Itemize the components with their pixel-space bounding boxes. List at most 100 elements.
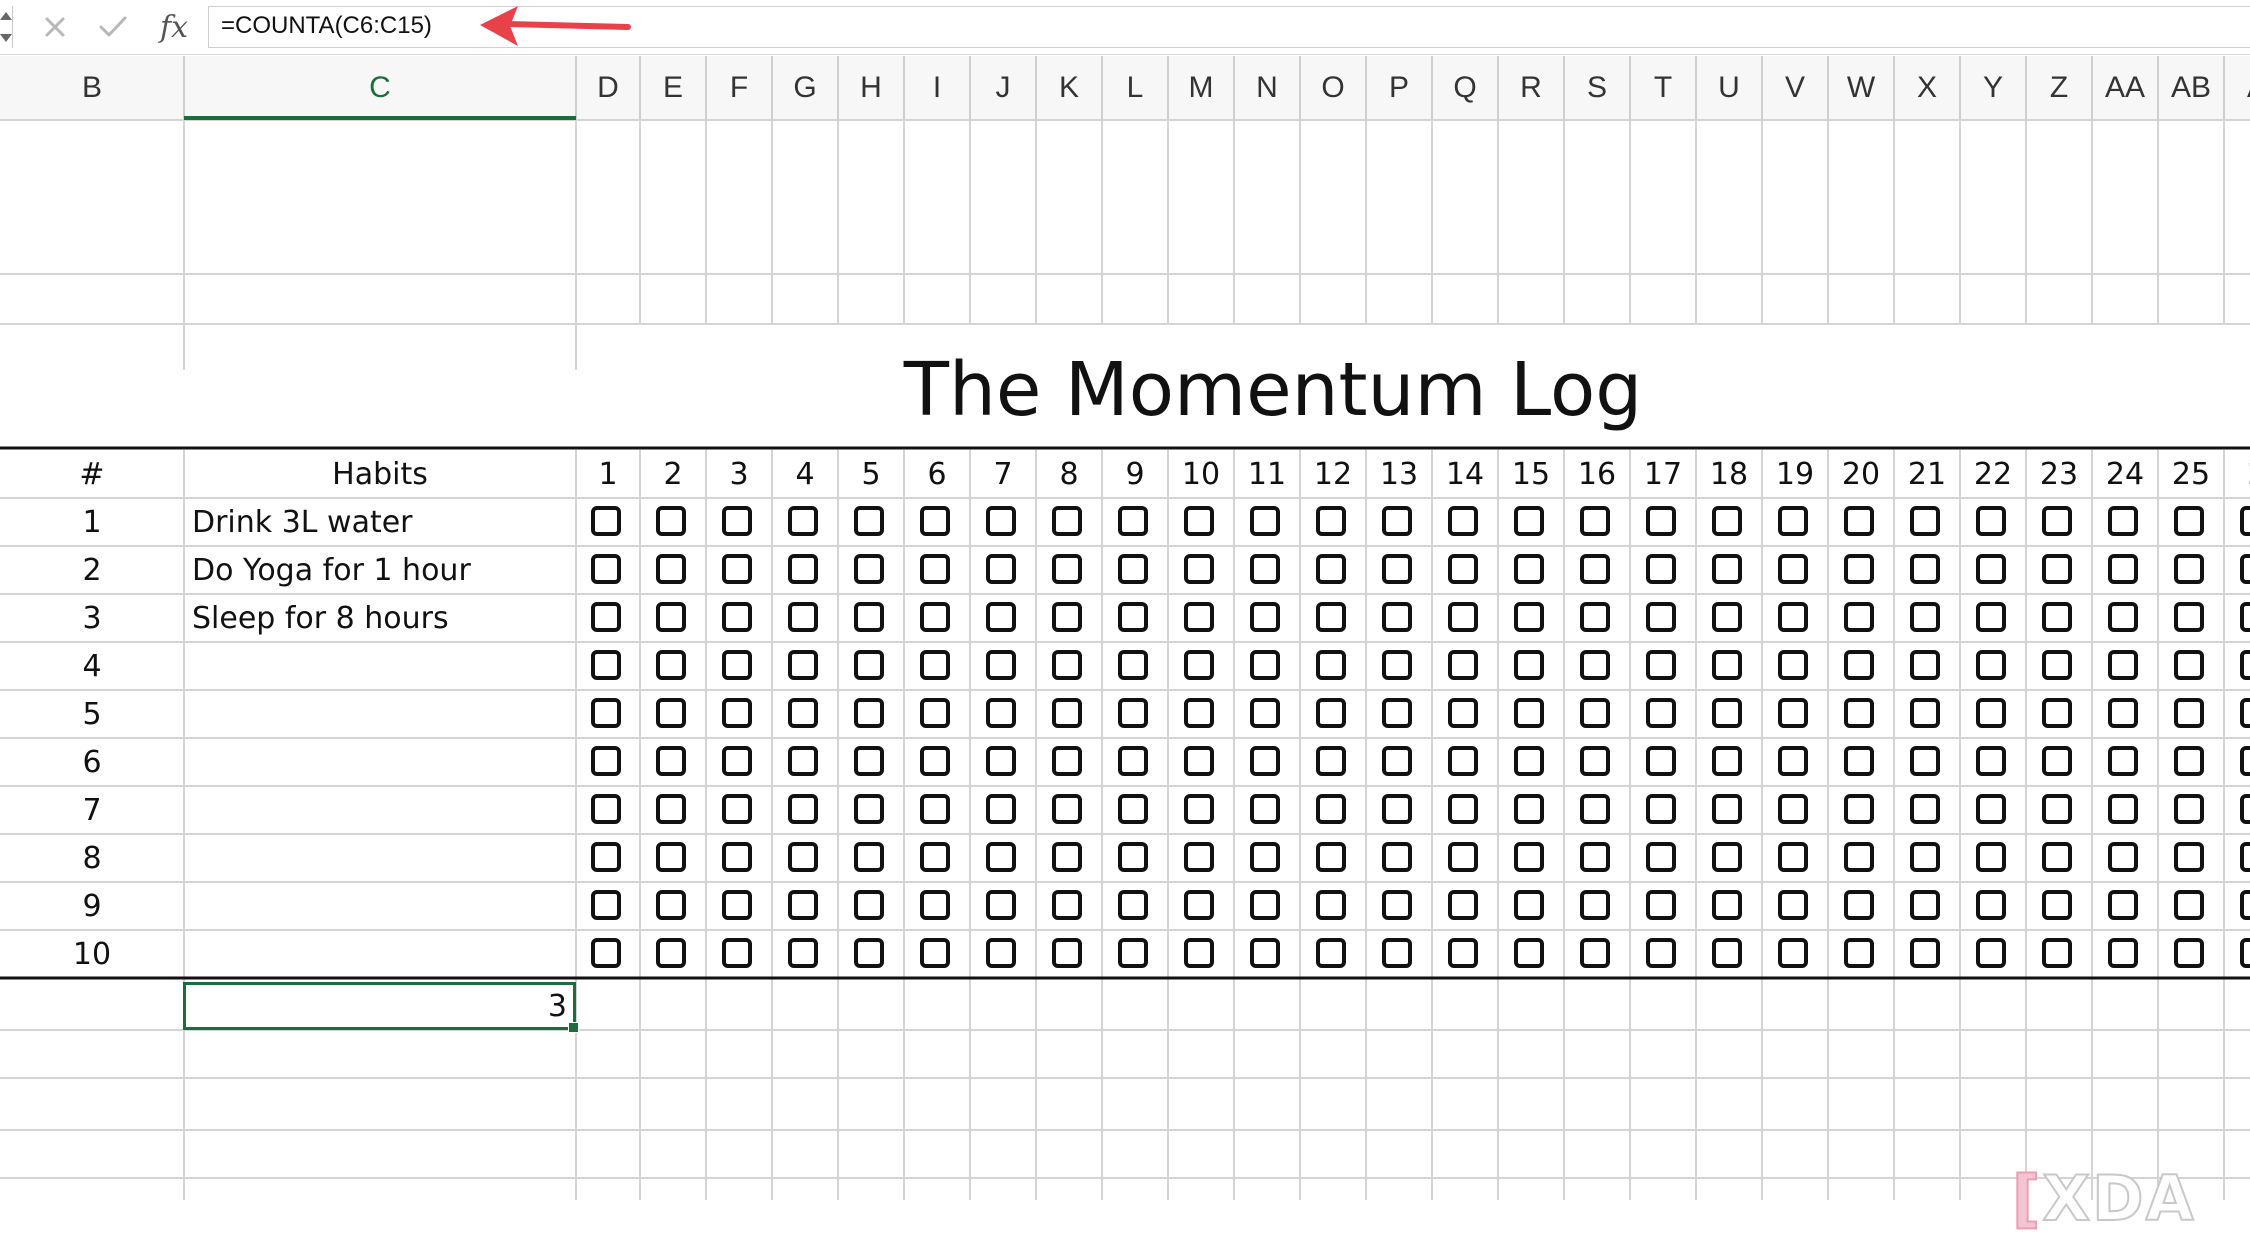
habit-checkbox[interactable] xyxy=(2240,842,2250,872)
habit-checkbox[interactable] xyxy=(1052,650,1082,680)
habit-checkbox[interactable] xyxy=(1646,698,1676,728)
habit-checkbox[interactable] xyxy=(591,506,621,536)
habit-checkbox[interactable] xyxy=(920,698,950,728)
habit-checkbox[interactable] xyxy=(986,794,1016,824)
habit-checkbox[interactable] xyxy=(1250,746,1280,776)
habit-checkbox[interactable] xyxy=(1448,506,1478,536)
column-header-f[interactable]: F xyxy=(706,56,772,120)
habit-checkbox[interactable] xyxy=(854,746,884,776)
habit-checkbox[interactable] xyxy=(656,746,686,776)
habit-checkbox[interactable] xyxy=(788,650,818,680)
habit-checkbox[interactable] xyxy=(1118,506,1148,536)
habit-checkbox[interactable] xyxy=(1316,650,1346,680)
habit-checkbox[interactable] xyxy=(1646,602,1676,632)
habit-checkbox[interactable] xyxy=(1448,698,1478,728)
habit-checkbox[interactable] xyxy=(1976,506,2006,536)
habit-checkbox[interactable] xyxy=(854,890,884,920)
habit-checkbox[interactable] xyxy=(1052,698,1082,728)
habit-checkbox[interactable] xyxy=(2240,890,2250,920)
habit-checkbox[interactable] xyxy=(1118,602,1148,632)
habit-checkbox[interactable] xyxy=(1646,506,1676,536)
habit-checkbox[interactable] xyxy=(1712,554,1742,584)
habit-checkbox[interactable] xyxy=(854,842,884,872)
habit-checkbox[interactable] xyxy=(1514,602,1544,632)
column-header-t[interactable]: T xyxy=(1630,56,1696,120)
habit-checkbox[interactable] xyxy=(920,650,950,680)
check-icon[interactable] xyxy=(96,8,130,46)
habit-checkbox[interactable] xyxy=(1712,602,1742,632)
habit-checkbox[interactable] xyxy=(591,890,621,920)
habit-checkbox[interactable] xyxy=(1316,938,1346,968)
habit-checkbox[interactable] xyxy=(2174,746,2204,776)
habit-checkbox[interactable] xyxy=(1778,602,1808,632)
habit-checkbox[interactable] xyxy=(2174,890,2204,920)
habit-checkbox[interactable] xyxy=(656,938,686,968)
habit-checkbox[interactable] xyxy=(1844,554,1874,584)
habit-checkbox[interactable] xyxy=(2108,602,2138,632)
column-header-o[interactable]: O xyxy=(1300,56,1366,120)
habit-checkbox[interactable] xyxy=(2042,650,2072,680)
habit-checkbox[interactable] xyxy=(2108,698,2138,728)
habit-checkbox[interactable] xyxy=(1646,842,1676,872)
habit-checkbox[interactable] xyxy=(788,602,818,632)
habit-checkbox[interactable] xyxy=(920,554,950,584)
habit-checkbox[interactable] xyxy=(986,554,1016,584)
habit-checkbox[interactable] xyxy=(1184,650,1214,680)
habit-checkbox[interactable] xyxy=(1184,698,1214,728)
habit-checkbox[interactable] xyxy=(920,794,950,824)
habit-checkbox[interactable] xyxy=(1316,890,1346,920)
habit-checkbox[interactable] xyxy=(1118,794,1148,824)
column-header-u[interactable]: U xyxy=(1696,56,1762,120)
column-header-z[interactable]: Z xyxy=(2026,56,2092,120)
habit-checkbox[interactable] xyxy=(591,650,621,680)
habit-checkbox[interactable] xyxy=(1514,506,1544,536)
habit-checkbox[interactable] xyxy=(788,842,818,872)
habit-checkbox[interactable] xyxy=(1382,890,1412,920)
worksheet[interactable]: BCDEFGHIJKLMNOPQRSTUVWXYZAAABA The Momen… xyxy=(0,56,2250,1235)
habit-checkbox[interactable] xyxy=(920,938,950,968)
habit-checkbox[interactable] xyxy=(1910,602,1940,632)
habit-checkbox[interactable] xyxy=(2174,602,2204,632)
habit-checkbox[interactable] xyxy=(1316,602,1346,632)
habit-checkbox[interactable] xyxy=(1646,938,1676,968)
habit-checkbox[interactable] xyxy=(788,794,818,824)
habit-checkbox[interactable] xyxy=(920,746,950,776)
habit-checkbox[interactable] xyxy=(2042,890,2072,920)
habit-checkbox[interactable] xyxy=(2240,650,2250,680)
habit-checkbox[interactable] xyxy=(1976,890,2006,920)
habit-checkbox[interactable] xyxy=(1778,506,1808,536)
habit-checkbox[interactable] xyxy=(1184,554,1214,584)
habit-checkbox[interactable] xyxy=(788,554,818,584)
habit-checkbox[interactable] xyxy=(656,842,686,872)
habit-checkbox[interactable] xyxy=(1844,698,1874,728)
habit-checkbox[interactable] xyxy=(2174,650,2204,680)
column-header-q[interactable]: Q xyxy=(1432,56,1498,120)
habit-checkbox[interactable] xyxy=(656,794,686,824)
habit-checkbox[interactable] xyxy=(1514,842,1544,872)
habit-checkbox[interactable] xyxy=(1778,746,1808,776)
habit-checkbox[interactable] xyxy=(1118,698,1148,728)
habit-checkbox[interactable] xyxy=(1448,554,1478,584)
habit-checkbox[interactable] xyxy=(1250,602,1280,632)
habit-checkbox[interactable] xyxy=(1184,506,1214,536)
habit-checkbox[interactable] xyxy=(591,746,621,776)
habit-checkbox[interactable] xyxy=(1184,602,1214,632)
habit-checkbox[interactable] xyxy=(1580,650,1610,680)
habit-checkbox[interactable] xyxy=(986,890,1016,920)
habit-checkbox[interactable] xyxy=(1184,746,1214,776)
habit-name[interactable]: Sleep for 8 hours xyxy=(192,594,449,642)
column-header-i[interactable]: I xyxy=(904,56,970,120)
habit-checkbox[interactable] xyxy=(2042,938,2072,968)
habit-checkbox[interactable] xyxy=(1514,794,1544,824)
cancel-icon[interactable] xyxy=(38,8,72,46)
habit-checkbox[interactable] xyxy=(591,602,621,632)
habit-checkbox[interactable] xyxy=(1910,842,1940,872)
column-header-ab[interactable]: AB xyxy=(2158,56,2224,120)
habit-checkbox[interactable] xyxy=(1778,698,1808,728)
habit-checkbox[interactable] xyxy=(1448,650,1478,680)
habit-checkbox[interactable] xyxy=(722,746,752,776)
habit-checkbox[interactable] xyxy=(1514,938,1544,968)
habit-checkbox[interactable] xyxy=(1580,842,1610,872)
habit-checkbox[interactable] xyxy=(1118,554,1148,584)
habit-checkbox[interactable] xyxy=(2174,794,2204,824)
